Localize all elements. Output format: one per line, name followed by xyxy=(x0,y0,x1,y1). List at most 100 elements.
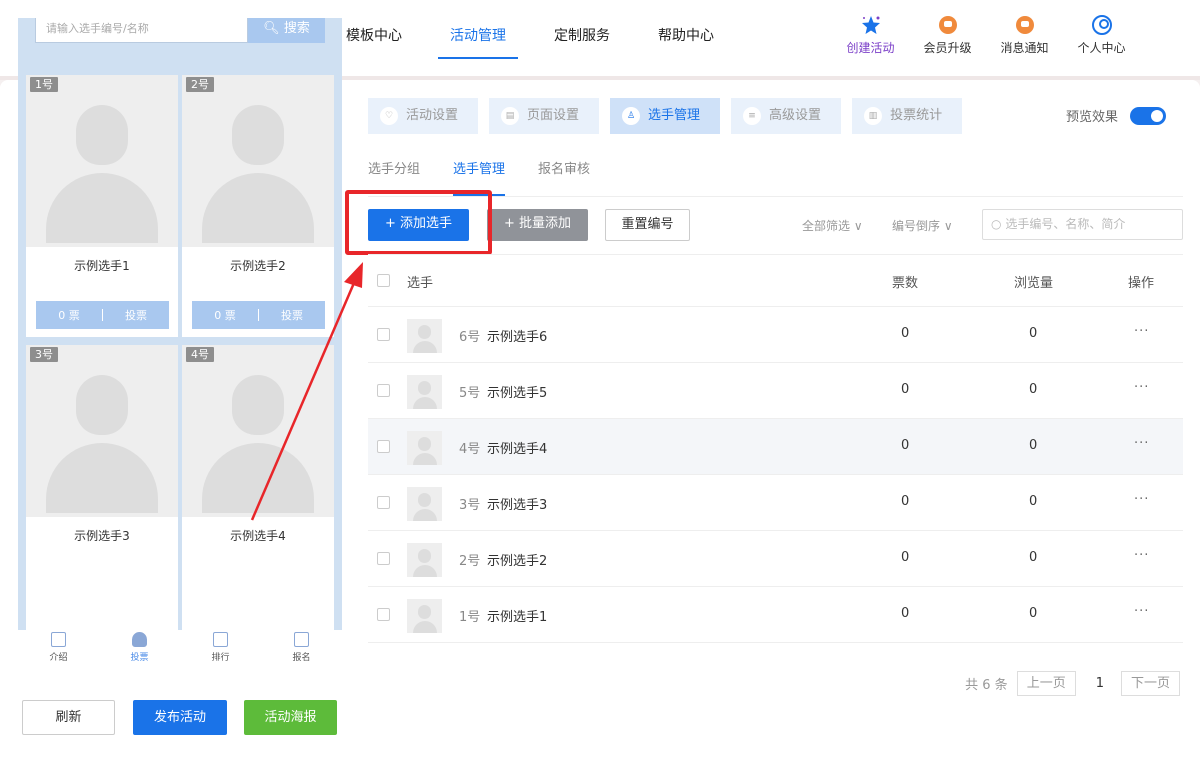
current-page[interactable]: 1 xyxy=(1096,676,1104,691)
contestant-photo xyxy=(182,75,334,247)
tab-advanced-settings[interactable]: ≡ 高级设置 xyxy=(731,98,842,134)
preview-search-button[interactable]: 🔍︎ 搜索 xyxy=(248,18,325,43)
activity-poster-button[interactable]: 活动海报 xyxy=(244,700,337,735)
row-number: 4号 xyxy=(459,442,481,457)
header-contestant: 选手 xyxy=(407,276,434,291)
page: W 微8 用户首页 模板中心 活动管理 定制服务 帮助中心 创建活动 会员升级 xyxy=(0,0,1200,773)
tab-contestant-management[interactable]: ♙ 选手管理 xyxy=(610,98,721,134)
nav-custom-service[interactable]: 定制服务 xyxy=(530,0,634,76)
row-checkbox[interactable] xyxy=(377,608,390,621)
contestant-number: 1号 xyxy=(30,77,58,92)
sort-dropdown[interactable]: 编号倒序 ∨ xyxy=(892,217,953,234)
create-activity-button[interactable]: 创建活动 xyxy=(832,14,909,56)
row-votes: 0 xyxy=(901,550,910,565)
page-icon: ▤ xyxy=(501,107,520,125)
nav-help-center[interactable]: 帮助中心 xyxy=(634,0,738,76)
contestant-name: 示例选手4 xyxy=(230,529,286,543)
batch-add-button[interactable]: + 批量添加 xyxy=(487,209,588,241)
reset-numbering-button[interactable]: 重置编号 xyxy=(605,209,690,241)
avatar xyxy=(407,375,442,409)
preview-tab-signup[interactable]: 报名 xyxy=(261,630,342,672)
refresh-button[interactable]: 刷新 xyxy=(22,700,115,735)
preview-contestant-card[interactable]: 3号 示例选手3 xyxy=(26,345,178,630)
preview-tab-intro[interactable]: 介绍 xyxy=(18,630,99,672)
table-row[interactable]: 5号 示例选手5 0 0 ··· xyxy=(368,363,1183,419)
upgrade-badge-icon xyxy=(937,14,959,36)
row-name: 示例选手3 xyxy=(487,498,548,513)
prev-page-button[interactable]: 上一页 xyxy=(1016,671,1076,696)
personal-center-label: 个人中心 xyxy=(1077,41,1126,55)
table-row[interactable]: 2号 示例选手2 0 0 ··· xyxy=(368,531,1183,587)
preview-tab-label: 介绍 xyxy=(49,653,68,663)
vote-bar[interactable]: 0 票 投票 xyxy=(192,301,325,329)
tab-label: 投票统计 xyxy=(890,108,943,123)
vote-count: 0 票 xyxy=(214,309,236,322)
row-votes: 0 xyxy=(901,326,910,341)
more-icon[interactable]: ··· xyxy=(1134,548,1149,563)
personal-center-button[interactable]: 个人中心 xyxy=(1063,14,1140,56)
contestant-search-input[interactable]: ○ 选手编号、名称、简介 xyxy=(982,209,1183,240)
member-upgrade-button[interactable]: 会员升级 xyxy=(909,14,986,56)
avatar xyxy=(407,431,442,465)
preview-contestant-card[interactable]: 1号 示例选手1 0 票 投票 xyxy=(26,75,178,337)
row-votes: 0 xyxy=(901,382,910,397)
pagination: 共 6 条 上一页 1 下一页 xyxy=(965,671,1180,696)
vote-bar[interactable]: 0 票 投票 xyxy=(36,301,169,329)
tab-page-settings[interactable]: ▤ 页面设置 xyxy=(489,98,600,134)
row-views: 0 xyxy=(1029,438,1038,453)
preview-search-bar: 请输入选手编号/名称 🔍︎ 搜索 xyxy=(35,18,325,43)
tab-activity-settings[interactable]: ♡ 活动设置 xyxy=(368,98,479,134)
sliders-icon: ≡ xyxy=(743,107,762,125)
more-icon[interactable]: ··· xyxy=(1134,324,1149,339)
row-checkbox[interactable] xyxy=(377,384,390,397)
select-all-checkbox[interactable] xyxy=(377,274,390,287)
row-checkbox[interactable] xyxy=(377,496,390,509)
preview-search-input[interactable]: 请输入选手编号/名称 xyxy=(35,18,248,43)
more-icon[interactable]: ··· xyxy=(1134,380,1149,395)
row-number: 6号 xyxy=(459,330,481,345)
preview-tab-ranking[interactable]: 排行 xyxy=(180,630,261,672)
preview-contestant-card[interactable]: 4号 示例选手4 xyxy=(182,345,334,630)
contestant-name: 示例选手1 xyxy=(74,259,130,273)
header-actions: 创建活动 会员升级 消息通知 个人中心 xyxy=(832,14,1140,56)
vote-button[interactable]: 投票 xyxy=(259,307,325,323)
next-page-button[interactable]: 下一页 xyxy=(1120,671,1180,696)
tab-label: 高级设置 xyxy=(769,108,822,123)
user-circle-icon xyxy=(1091,14,1113,36)
vote-button[interactable]: 投票 xyxy=(103,307,169,323)
table-row[interactable]: 4号 示例选手4 0 0 ··· xyxy=(368,419,1183,475)
nav-activity-management[interactable]: 活动管理 xyxy=(426,0,530,76)
contestant-number: 4号 xyxy=(186,347,214,362)
header-operations: 操作 xyxy=(1128,276,1155,291)
search-placeholder: 选手编号、名称、简介 xyxy=(1005,217,1126,231)
table-row[interactable]: 3号 示例选手3 0 0 ··· xyxy=(368,475,1183,531)
preview-contestant-card[interactable]: 2号 示例选手2 0 票 投票 xyxy=(182,75,334,337)
notifications-button[interactable]: 消息通知 xyxy=(986,14,1063,56)
subtab-signup-review[interactable]: 报名审核 xyxy=(538,160,590,196)
publish-activity-button[interactable]: 发布活动 xyxy=(133,700,227,735)
row-checkbox[interactable] xyxy=(377,328,390,341)
tab-vote-statistics[interactable]: ▥ 投票统计 xyxy=(852,98,963,134)
more-icon[interactable]: ··· xyxy=(1134,436,1149,451)
filter-dropdown[interactable]: 全部筛选 ∨ xyxy=(802,217,863,234)
preview-toggle[interactable] xyxy=(1130,106,1167,125)
more-icon[interactable]: ··· xyxy=(1134,604,1149,619)
header-votes: 票数 xyxy=(892,276,919,291)
search-icon: 🔍︎ xyxy=(263,21,280,36)
search-icon: ○ xyxy=(991,217,1002,231)
preview-label: 预览效果 xyxy=(1066,110,1119,125)
row-checkbox[interactable] xyxy=(377,440,390,453)
contestant-name: 示例选手2 xyxy=(230,259,286,273)
contestant-photo xyxy=(26,345,178,517)
table-row[interactable]: 1号 示例选手1 0 0 ··· xyxy=(368,587,1183,643)
row-checkbox[interactable] xyxy=(377,552,390,565)
preview-tab-vote[interactable]: 投票 xyxy=(99,630,180,672)
row-name: 示例选手6 xyxy=(487,330,548,345)
avatar xyxy=(407,543,442,577)
table-row[interactable]: 6号 示例选手6 0 0 ··· xyxy=(368,307,1183,363)
contestant-name: 示例选手3 xyxy=(74,529,130,543)
tab-label: 页面设置 xyxy=(527,108,580,123)
more-icon[interactable]: ··· xyxy=(1134,492,1149,507)
contestant-photo xyxy=(182,345,334,517)
heart-icon: ♡ xyxy=(380,107,398,125)
